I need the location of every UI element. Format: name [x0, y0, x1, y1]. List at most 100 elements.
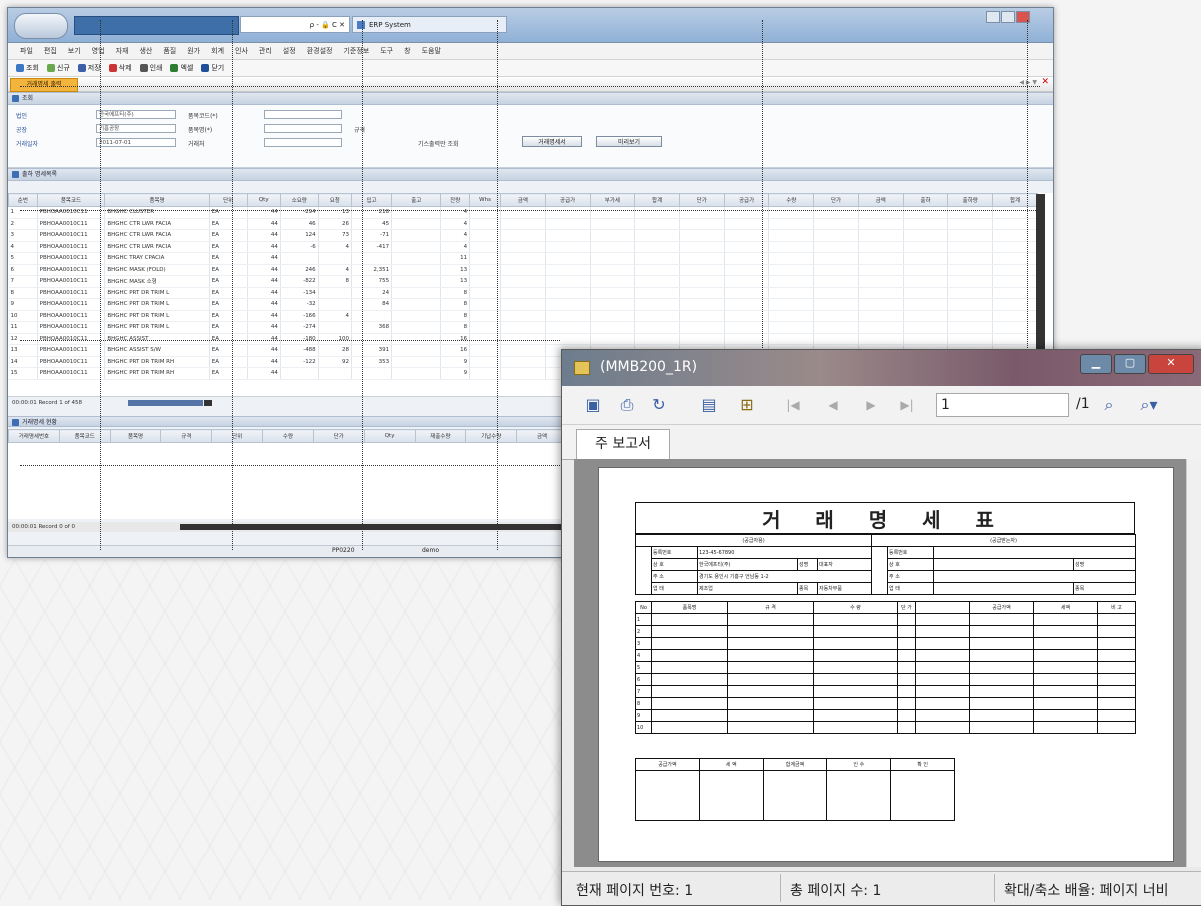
detail-column-header[interactable]: 단위 — [211, 429, 264, 443]
table-row[interactable]: 9 PBHOAA0010C11 BHGHC PRT DR TRIM L EA 44 -32… — [8, 298, 1038, 311]
save-button[interactable]: 저장 — [77, 63, 101, 73]
menu-item[interactable]: 설정 — [283, 46, 296, 56]
menu-item[interactable]: 보기 — [68, 46, 81, 56]
grid-column-header[interactable]: 단위 — [208, 193, 248, 207]
item-name-input[interactable] — [264, 124, 342, 133]
menu-item[interactable]: 생산 — [139, 46, 152, 56]
grid-column-header[interactable]: 순번 — [8, 193, 38, 207]
table-row[interactable]: 2 PBHOAA0010C11 BHGHC CTR LWR FACIA EA 44 46 2… — [8, 218, 1038, 230]
grid-column-header[interactable]: 금액 — [857, 193, 904, 207]
new-button[interactable]: 신규 — [46, 63, 70, 73]
grid-column-header[interactable]: 금액 — [500, 193, 546, 207]
grid-column-header[interactable]: Whs — [469, 193, 502, 207]
browser-tab[interactable]: ERP System — [352, 16, 507, 33]
first-page-icon[interactable]: |◀ — [784, 396, 802, 414]
grid-column-header[interactable]: 출하 — [902, 193, 949, 207]
table-row[interactable]: 5 PBHOAA0010C11 BHGHC TRAY CPACIA EA 44 11 — [8, 252, 1038, 265]
preview-button[interactable]: 미리보기 — [596, 136, 662, 147]
table-row[interactable]: 7 PBHOAA0010C11 BHGHC MASK 소형 EA 44 -822 8 755 1… — [8, 275, 1038, 288]
menu-item[interactable]: 인사 — [235, 46, 248, 56]
refresh-icon[interactable]: ↻ — [650, 396, 668, 414]
corp-select[interactable]: 한국에프티(주) — [96, 110, 176, 119]
close-icon[interactable]: ✕ — [1041, 77, 1049, 87]
grid-column-header[interactable]: 품목명 — [104, 193, 210, 207]
grid-column-header[interactable]: 잔량 — [440, 193, 471, 207]
table-row[interactable]: 4 PBHOAA0010C11 BHGHC CTR LWR FACIA EA 44 -6 4… — [8, 241, 1038, 253]
menu-item[interactable]: 관리 — [259, 46, 272, 56]
tab-main-report[interactable]: 주 보고서 — [576, 429, 670, 460]
grid-column-header[interactable]: 단가 — [678, 193, 725, 207]
table-row[interactable]: 10 PBHOAA0010C11 BHGHC PRT DR TRIM L EA 44 -1… — [8, 310, 1038, 322]
menu-item[interactable]: 환경설정 — [307, 46, 333, 56]
table-row[interactable]: 8 PBHOAA0010C11 BHGHC PRT DR TRIM L EA 44 -13… — [8, 287, 1038, 299]
next-page-icon[interactable]: ▶ — [862, 396, 880, 414]
item-code-input[interactable] — [264, 110, 342, 119]
grid-column-header[interactable]: 공급가 — [544, 193, 591, 207]
report-vertical-scrollbar[interactable] — [1186, 459, 1201, 867]
layout-icon[interactable]: ▤ — [700, 396, 718, 414]
grid-column-header[interactable]: 요청 — [317, 193, 352, 207]
print-button[interactable]: 인쇄 — [139, 63, 162, 73]
plant-select[interactable]: 기흥공장 — [96, 124, 176, 133]
detail-column-header[interactable]: 금액 — [516, 429, 568, 443]
menu-item[interactable]: 품질 — [163, 46, 176, 56]
address-tools[interactable]: ρ - 🔒 C ✕ — [240, 16, 350, 33]
maximize-button[interactable] — [1001, 11, 1015, 23]
detail-column-header[interactable]: 거래명세번호 — [8, 429, 60, 443]
close-button[interactable]: ✕ — [1148, 354, 1194, 374]
menu-item[interactable]: 영업 — [92, 46, 105, 56]
last-page-icon[interactable]: ▶| — [898, 396, 916, 414]
prev-page-icon[interactable]: ◀ — [824, 396, 842, 414]
detail-column-header[interactable]: 단가 — [312, 429, 365, 443]
detail-column-header[interactable]: 재출수량 — [414, 429, 467, 443]
grid-column-header[interactable]: 부가세 — [589, 193, 636, 207]
grid-column-header[interactable]: 합계 — [992, 193, 1038, 207]
statement-button[interactable]: 거래명세서 — [522, 136, 582, 147]
detail-column-header[interactable]: 수량 — [262, 429, 314, 443]
minimize-button[interactable] — [986, 11, 1000, 23]
tree-icon[interactable]: ⊞ — [738, 396, 756, 414]
detail-column-header[interactable]: 규격 — [160, 429, 213, 443]
horizontal-scrollbar[interactable] — [180, 524, 570, 530]
grid-column-header[interactable]: Qty — [246, 193, 281, 207]
grid-column-header[interactable]: 단가 — [813, 193, 859, 207]
table-row[interactable]: 12 PBHOAA0010C11 BHGHC ASSIST EA 44 -180 100 16 — [8, 333, 1038, 345]
table-row[interactable]: 1 PBHOAA0010C11 BHGHC CLUSTER EA 44 -294 13 218… — [8, 206, 1038, 219]
table-row[interactable]: 6 PBHOAA0010C11 BHGHC MASK (FOLD) EA 44 246 4 2… — [8, 264, 1038, 276]
menu-item[interactable]: 자재 — [116, 46, 129, 56]
grid-column-header[interactable]: 수량 — [768, 193, 815, 207]
grid-column-header[interactable]: 출하량 — [947, 193, 994, 207]
page-number-input[interactable]: 1 — [936, 393, 1069, 417]
minimize-button[interactable]: ▁ — [1080, 354, 1112, 374]
menu-item[interactable]: 회계 — [211, 46, 224, 56]
grid-column-header[interactable]: 출고 — [391, 193, 442, 207]
grid-column-header[interactable]: 소요량 — [279, 193, 319, 207]
page-tab-active[interactable]: 거래명세 출력 — [10, 78, 78, 92]
grid-column-header[interactable]: 품목코드 — [36, 193, 106, 207]
browser-back-forward[interactable] — [14, 13, 68, 39]
menu-item[interactable]: 파일 — [20, 46, 33, 56]
find-options-icon[interactable]: ⌕▾ — [1140, 396, 1158, 414]
detail-column-header[interactable]: 기납수량 — [465, 429, 518, 443]
record-nav-button[interactable] — [204, 400, 212, 406]
find-icon[interactable]: ⌕ — [1100, 396, 1118, 414]
print-icon[interactable]: ⎙ — [618, 396, 636, 414]
table-row[interactable]: 3 PBHOAA0010C11 BHGHC CTR LWR FACIA EA 44 124… — [8, 229, 1038, 242]
menu-item[interactable]: 기준정보 — [343, 46, 369, 56]
detail-column-header[interactable]: 품목명 — [109, 429, 162, 443]
grid-column-header[interactable]: 입고 — [350, 193, 393, 207]
menu-item[interactable]: 창 — [404, 46, 410, 56]
detail-column-header[interactable]: Qty — [363, 429, 416, 443]
customer-select[interactable] — [264, 138, 342, 147]
grid-column-header[interactable]: 합계 — [634, 193, 680, 207]
menu-item[interactable]: 편집 — [44, 46, 57, 56]
excel-button[interactable]: 엑셀 — [170, 63, 193, 73]
export-icon[interactable]: ▣ — [584, 396, 602, 414]
address-bar[interactable] — [74, 16, 239, 35]
tab-nav-arrows[interactable]: ◀ ▶ ▼ — [1019, 79, 1037, 86]
menu-item[interactable]: 원가 — [187, 46, 200, 56]
table-row[interactable]: 11 PBHOAA0010C11 BHGHC PRT DR TRIM L EA 44 -2… — [8, 321, 1038, 334]
exit-button[interactable]: 닫기 — [201, 63, 224, 73]
delete-button[interactable]: 삭제 — [108, 63, 132, 73]
menu-item[interactable]: 도움말 — [422, 46, 441, 56]
